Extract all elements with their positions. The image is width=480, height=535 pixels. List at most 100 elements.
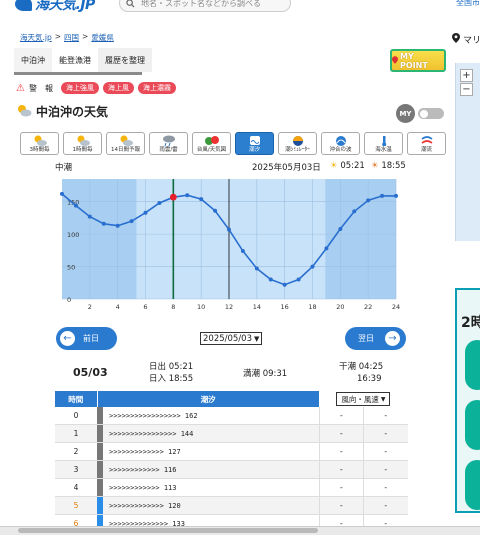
tide-bar xyxy=(97,497,104,514)
tide-point xyxy=(240,249,245,253)
warning-badge[interactable]: 海上強風 xyxy=(60,82,99,94)
tide-point xyxy=(380,193,385,198)
warning-badge[interactable]: 海上風 xyxy=(102,82,134,94)
arrow-right-icon: → xyxy=(385,331,400,346)
forecast-button-8[interactable]: 海水温 xyxy=(364,132,403,155)
tide-cell: >>>>>>>>>>>>> 127 xyxy=(105,442,320,461)
tide-point xyxy=(366,198,371,203)
my-toggle[interactable] xyxy=(418,108,444,119)
x-tick-label: 16 xyxy=(281,303,289,311)
forecast-button-0[interactable]: 3時間毎 xyxy=(20,132,59,155)
tide-point xyxy=(213,208,218,213)
warning-badge[interactable]: 海上濃霧 xyxy=(137,82,176,94)
hour-cell: 5 xyxy=(55,496,98,515)
forecast-button-5[interactable]: 潮汐 xyxy=(235,132,274,155)
summary-date: 05/03 xyxy=(73,366,108,379)
tide-point xyxy=(296,277,301,282)
nationwide-link[interactable]: 全国市 xyxy=(456,0,480,8)
forecast-menu: 3時間毎 1時間毎 14日間予報 雨雲/雷 台風/天気図 潮汐 潮ｼﾐｭﾚｰﾀｰ 沖合の波 海水… xyxy=(20,132,446,155)
y-tick-label: 0 xyxy=(67,296,71,304)
logo-text: 海天気.JP xyxy=(35,0,95,13)
wind-direction-cell: - xyxy=(318,460,364,479)
tide-point xyxy=(129,219,134,224)
location-tabs: 中泊沖 能登漁港 履歴を整理 xyxy=(14,48,152,72)
breadcrumb-region[interactable]: 四国 xyxy=(64,32,79,43)
x-tick-label: 4 xyxy=(116,303,120,311)
sunset-info: ☀ 18:55 xyxy=(371,161,406,171)
banner-shape xyxy=(465,460,480,510)
banner-text: 2時 xyxy=(461,315,480,331)
tide-cell: >>>>>>>>>>>>>>>>> 162 xyxy=(105,407,320,425)
wind-select[interactable]: 風向・風速 ▼ xyxy=(336,392,391,406)
chevron-down-icon: ▼ xyxy=(380,395,386,403)
next-day-button[interactable]: 翌日 → xyxy=(345,327,406,350)
tide-bar xyxy=(97,443,104,460)
forecast-button-3[interactable]: 雨雲/雷 xyxy=(149,132,188,155)
zoom-out-button[interactable]: − xyxy=(460,83,473,96)
tide-point xyxy=(254,266,259,271)
tide-point xyxy=(101,221,106,226)
my-point-button[interactable]: MY POINT xyxy=(390,49,446,72)
forecast-button-7[interactable]: 沖合の波 xyxy=(321,132,360,155)
tide-bar xyxy=(97,461,104,478)
tide-table: 時間 潮汐 風向・風速 ▼ 0 >>>>>>>>>>>>>>>>> 162- -1 >… xyxy=(55,391,409,533)
tide-bar-cell xyxy=(97,496,106,515)
current-point xyxy=(169,193,177,201)
tab-nakadomari[interactable]: 中泊沖 xyxy=(14,48,52,72)
toggle-knob xyxy=(420,109,428,118)
breadcrumb: 海天気.jp > 四国 > 愛媛県 xyxy=(20,32,114,43)
wind-speed-cell: - xyxy=(362,407,408,425)
hour-cell: 4 xyxy=(55,478,98,497)
th-wind: 風向・風速 ▼ xyxy=(319,391,409,407)
forecast-button-2[interactable]: 14日間予報 xyxy=(106,132,145,155)
tide-bar-cell xyxy=(97,460,106,479)
tide-point xyxy=(324,246,329,251)
ad-banner[interactable]: 2時 xyxy=(455,288,480,513)
tab-manage-history[interactable]: 履歴を整理 xyxy=(98,48,152,72)
tide-point xyxy=(185,193,190,198)
site-logo[interactable]: 海天気.JP xyxy=(15,0,95,13)
breadcrumb-home[interactable]: 海天気.jp xyxy=(20,32,52,43)
hour-cell: 2 xyxy=(55,442,98,461)
hour-cell: 0 xyxy=(55,407,98,425)
x-tick-label: 24 xyxy=(392,303,400,311)
banner-shape xyxy=(465,400,480,450)
x-tick-label: 10 xyxy=(197,303,205,311)
summary-low-tide: 干潮 04:25 16:39 xyxy=(339,362,384,384)
forecast-button-4[interactable]: 台風/天気図 xyxy=(192,132,231,155)
table-row: 0 >>>>>>>>>>>>>>>>> 162- - xyxy=(55,407,408,425)
right-location[interactable]: マリ xyxy=(452,33,480,46)
wind-speed-cell: - xyxy=(362,424,408,443)
search-icon xyxy=(126,0,135,8)
prev-day-button[interactable]: ← 前日 xyxy=(56,327,117,350)
x-tick-label: 18 xyxy=(308,303,316,311)
sunrise-icon: ☀ xyxy=(330,161,338,171)
zoom-in-button[interactable]: + xyxy=(460,69,473,82)
page-title: 中泊沖の天気 xyxy=(36,105,109,119)
rain-cloud-icon xyxy=(162,135,175,146)
logo-mark-icon xyxy=(15,0,32,11)
tide-icon xyxy=(249,136,260,145)
current-icon xyxy=(421,136,432,144)
tide-point xyxy=(60,191,64,196)
forecast-button-6[interactable]: 潮ｼﾐｭﾚｰﾀｰ xyxy=(278,132,317,155)
search-input[interactable]: 地名・スポット名などから調べる xyxy=(119,0,291,12)
tide-point xyxy=(394,193,398,198)
forecast-button-1[interactable]: 1時間毎 xyxy=(63,132,102,155)
chart-date: 2025年05月03日 xyxy=(252,163,321,173)
sunset-icon: ☀ xyxy=(371,161,379,171)
y-tick-label: 50 xyxy=(67,264,75,272)
pin-icon xyxy=(392,55,398,66)
wind-speed-cell: - xyxy=(362,478,408,497)
x-tick-label: 6 xyxy=(143,303,147,311)
table-row: 1 >>>>>>>>>>>>>>>> 144- - xyxy=(55,424,408,443)
tide-type: 中潮 xyxy=(55,163,73,173)
tab-noto-port[interactable]: 能登漁港 xyxy=(52,48,98,72)
site-header: 海天気.JP 地名・スポット名などから調べる 全国市 xyxy=(0,0,480,14)
scrollbar-thumb[interactable] xyxy=(18,528,318,533)
date-select[interactable]: 2025/05/03 ▼ xyxy=(200,332,262,345)
tide-bar xyxy=(97,407,104,424)
search-placeholder: 地名・スポット名などから調べる xyxy=(141,0,261,8)
breadcrumb-prefecture[interactable]: 愛媛県 xyxy=(91,32,114,43)
forecast-button-9[interactable]: 潮流 xyxy=(407,132,446,155)
